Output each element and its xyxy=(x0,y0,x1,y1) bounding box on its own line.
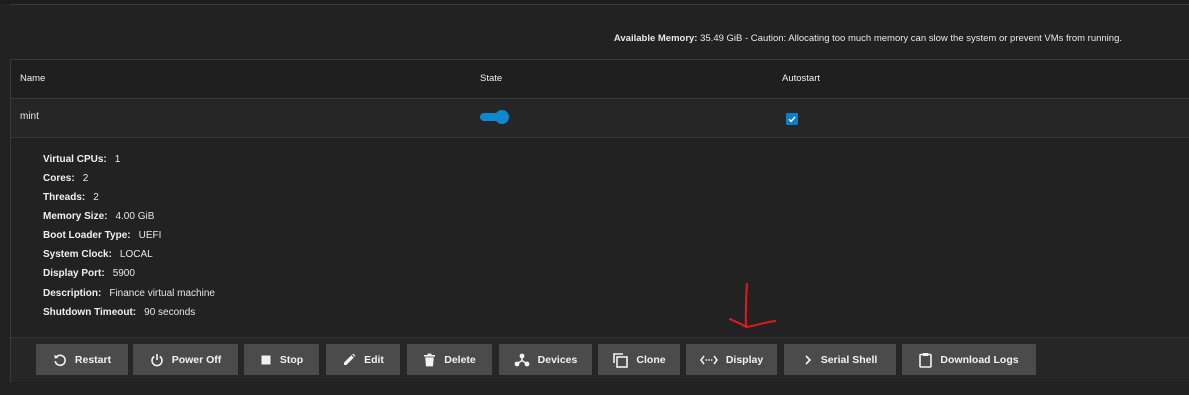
detail-virtual-cpus: Virtual CPUs: 1 xyxy=(43,154,121,165)
delete-button[interactable]: Delete xyxy=(407,344,492,375)
power-icon xyxy=(150,353,163,366)
detail-system-clock: System Clock: LOCAL xyxy=(43,249,153,260)
toggle-knob xyxy=(495,110,509,124)
vm-page: Available Memory: 35.49 GiB - Caution: A… xyxy=(0,0,1189,395)
detail-display-port: Display Port: 5900 xyxy=(43,268,135,279)
clone-icon xyxy=(613,352,629,368)
restart-button[interactable]: Restart xyxy=(36,344,128,375)
edit-label: Edit xyxy=(364,353,384,366)
display-icon xyxy=(699,355,718,364)
available-memory-text: 35.49 GiB - Caution: Allocating too much… xyxy=(697,33,1122,44)
chevron-right-icon xyxy=(805,354,811,365)
red-arrow-annotation xyxy=(729,283,776,328)
serial-shell-button[interactable]: Serial Shell xyxy=(784,344,896,375)
power-off-label: Power Off xyxy=(171,353,222,366)
clone-button[interactable]: Clone xyxy=(598,344,680,375)
top-divider xyxy=(10,4,1189,5)
vm-table: Name State Autostart mint Virtual CPUs: 1… xyxy=(10,59,1189,382)
detail-shutdown-timeout: Shutdown Timeout: 90 seconds xyxy=(43,307,196,318)
table-header: Name State Autostart xyxy=(11,60,1189,99)
vm-details: Virtual CPUs: 1 Cores: 2 Threads: 2 Memory … xyxy=(11,138,1189,338)
clone-label: Clone xyxy=(636,353,666,366)
state-toggle[interactable] xyxy=(480,110,510,124)
restart-label: Restart xyxy=(74,353,112,366)
detail-threads: Threads: 2 xyxy=(43,192,99,203)
devices-icon xyxy=(514,353,530,366)
detail-cores: Cores: 2 xyxy=(43,173,89,184)
display-button[interactable]: Display xyxy=(686,344,777,375)
column-header-autostart[interactable]: Autostart xyxy=(782,73,820,84)
download-logs-button[interactable]: Download Logs xyxy=(902,344,1036,375)
delete-label: Delete xyxy=(444,353,476,366)
autostart-checkbox[interactable] xyxy=(786,113,798,125)
stop-icon xyxy=(261,355,271,364)
vm-name[interactable]: mint xyxy=(20,111,39,122)
clipboard-icon xyxy=(919,352,933,368)
devices-button[interactable]: Devices xyxy=(499,344,592,375)
column-header-state[interactable]: State xyxy=(480,73,502,84)
stop-label: Stop xyxy=(279,353,304,366)
column-header-name[interactable]: Name xyxy=(20,73,45,84)
table-row[interactable]: mint xyxy=(11,99,1189,138)
trash-icon xyxy=(424,353,436,366)
available-memory-label: Available Memory: xyxy=(613,33,698,44)
devices-label: Devices xyxy=(537,353,578,366)
check-icon xyxy=(788,116,796,123)
stop-button[interactable]: Stop xyxy=(244,344,319,375)
serial-shell-label: Serial Shell xyxy=(820,353,878,366)
pencil-icon xyxy=(344,353,356,365)
restart-icon xyxy=(54,354,66,366)
download-logs-label: Download Logs xyxy=(940,353,1019,366)
available-memory-note: Available Memory: 35.49 GiB - Caution: A… xyxy=(614,33,1122,44)
detail-description: Description: Finance virtual machine xyxy=(43,288,215,299)
detail-boot-loader-type: Boot Loader Type: UEFI xyxy=(43,230,162,241)
edit-button[interactable]: Edit xyxy=(326,344,400,375)
action-bar: Restart Power Off Stop Edit Delete Devic… xyxy=(11,337,1189,382)
display-label: Display xyxy=(725,353,764,366)
power-off-button[interactable]: Power Off xyxy=(133,344,238,375)
detail-memory-size: Memory Size: 4.00 GiB xyxy=(43,211,155,222)
